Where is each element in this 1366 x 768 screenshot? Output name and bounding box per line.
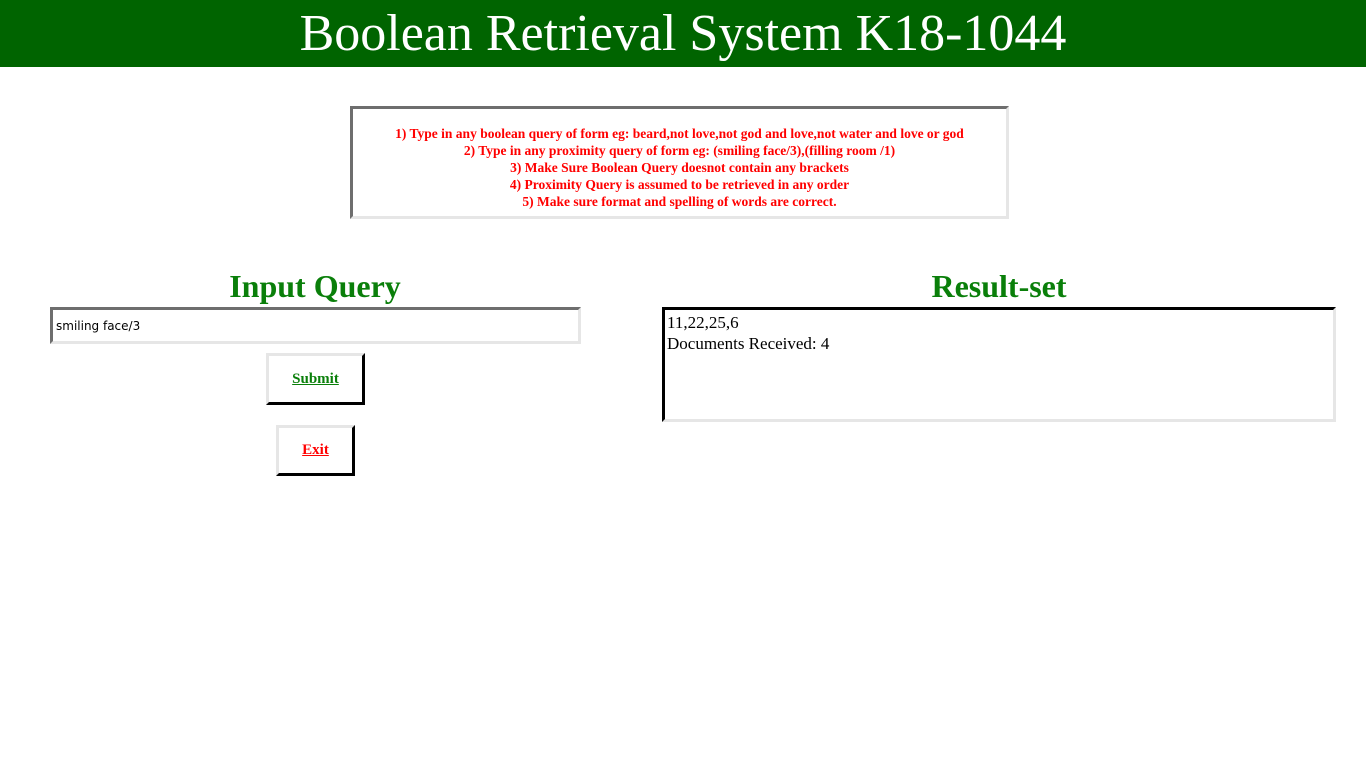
instruction-line-2: 2) Type in any proximity query of form e… [463,143,896,158]
title-bar: Boolean Retrieval System K18-1044 [0,0,1366,67]
instruction-line-4: 4) Proximity Query is assumed to be retr… [509,177,850,192]
exit-button[interactable]: Exit [276,425,355,476]
app-title: Boolean Retrieval System K18-1044 [299,5,1067,62]
result-set-heading: Result-set [931,268,1067,304]
result-documents-line: 11,22,25,6 [667,313,739,332]
input-query-heading: Input Query [229,268,401,304]
submit-button[interactable]: Submit [266,353,365,405]
result-textarea[interactable]: 11,22,25,6 Documents Received: 4 [662,307,1336,422]
instruction-line-1: 1) Type in any boolean query of form eg:… [395,126,964,141]
result-count-line: Documents Received: 4 [667,334,830,353]
instruction-line-3: 3) Make Sure Boolean Query doesnot conta… [510,160,849,175]
instructions-box: 1) Type in any boolean query of form eg:… [350,106,1009,219]
instruction-line-5: 5) Make sure format and spelling of word… [522,194,837,209]
query-input[interactable] [50,307,581,344]
